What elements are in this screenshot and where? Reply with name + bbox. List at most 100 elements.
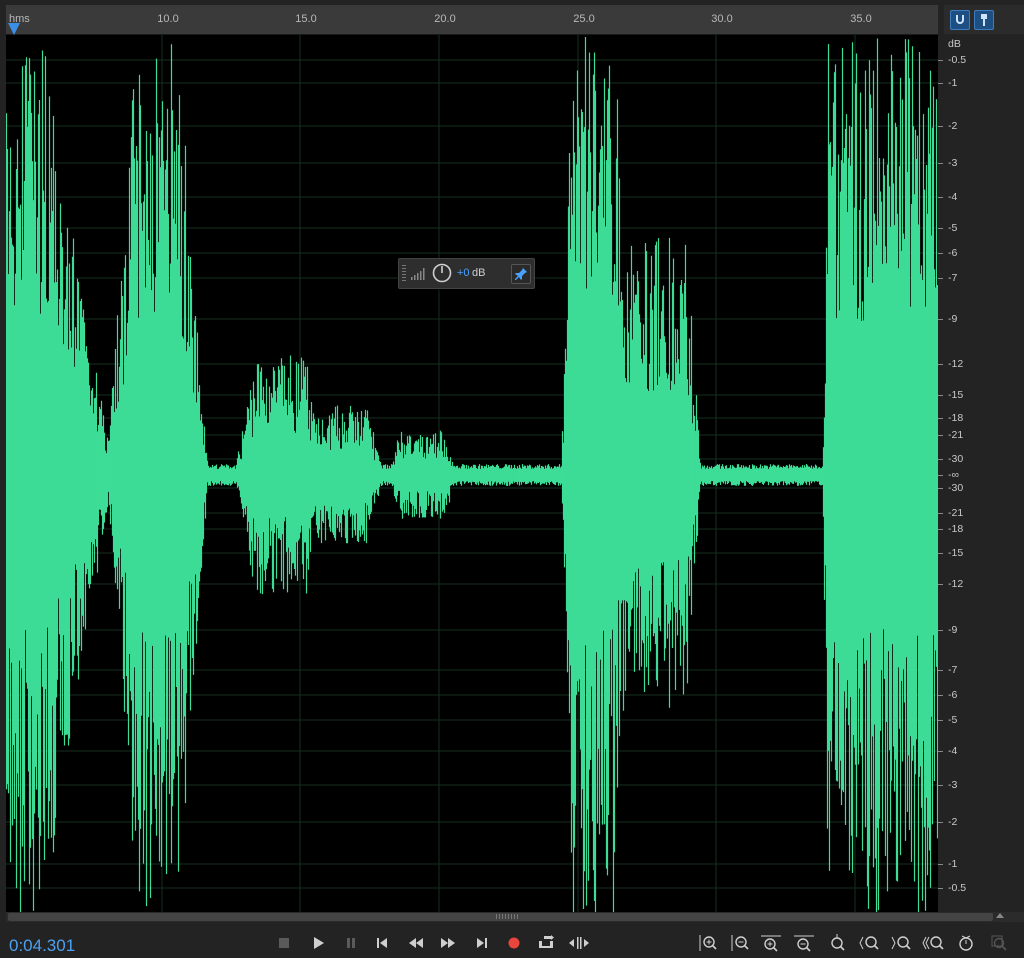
scroll-up-icon[interactable]: [996, 913, 1004, 918]
zoom-to-playhead-button[interactable]: [825, 933, 849, 953]
current-time-display[interactable]: 0:04.301: [9, 936, 75, 956]
play-button[interactable]: [306, 933, 330, 953]
scroll-grip: [496, 914, 520, 919]
horizontal-scrollbar[interactable]: [6, 912, 1024, 922]
db-tick-mark: [938, 418, 943, 419]
waveform-display[interactable]: [6, 35, 938, 912]
zoom-out-time-icon: [794, 935, 814, 952]
time-tick-label: 10.0: [157, 13, 179, 25]
db-tick-mark: [938, 630, 943, 631]
loop-playback-button[interactable]: [534, 933, 558, 953]
db-tick-label: -30: [948, 482, 964, 494]
record-button[interactable]: [502, 933, 526, 953]
db-tick-mark: [938, 584, 943, 585]
db-unit-label: dB: [948, 38, 961, 50]
pause-icon: [347, 938, 355, 948]
gain-knob-icon[interactable]: [432, 263, 452, 288]
pause-button[interactable]: [339, 933, 363, 953]
rewind-button[interactable]: [404, 933, 428, 953]
zoom-out-full-button[interactable]: [955, 933, 979, 953]
stop-button[interactable]: [272, 933, 296, 953]
stop-icon: [279, 938, 289, 948]
db-tick-mark: [938, 459, 943, 460]
db-tick-label: -6: [948, 689, 958, 701]
zoom-selection-button[interactable]: [922, 933, 946, 953]
playhead-marker[interactable]: [8, 23, 20, 35]
zoom-in-amplitude-icon: [699, 935, 717, 951]
db-tick-label: -5: [948, 714, 958, 726]
zoom-in-time-icon: [761, 935, 781, 952]
db-tick-label: -12: [948, 358, 964, 370]
zoom-in-point-icon: [859, 936, 879, 950]
zoom-out-amplitude-button[interactable]: [727, 933, 751, 953]
db-tick-label: -∞: [948, 469, 959, 481]
zoom-reset-button[interactable]: [988, 933, 1012, 953]
db-tick-label: -0.5: [948, 882, 967, 894]
time-tick-label: 30.0: [711, 13, 733, 25]
db-tick-label: -1: [948, 858, 958, 870]
zoom-reset-icon: [991, 935, 1007, 951]
db-tick-label: -3: [948, 157, 958, 169]
time-tick-label: 25.0: [573, 13, 595, 25]
db-tick-label: -4: [948, 745, 958, 757]
db-tick-label: -4: [948, 191, 958, 203]
db-tick-label: -12: [948, 578, 964, 590]
zoom-out-time-button[interactable]: [792, 933, 816, 953]
fast-forward-button[interactable]: [436, 933, 460, 953]
ruler-tools: [944, 5, 1024, 34]
zoom-out-amplitude-icon: [731, 935, 749, 951]
pin-hud-icon[interactable]: [511, 264, 531, 284]
db-tick-mark: [938, 395, 943, 396]
db-tick-mark: [938, 888, 943, 889]
time-tick-label: 20.0: [434, 13, 456, 25]
db-tick-mark: [938, 670, 943, 671]
gain-value[interactable]: +0: [457, 267, 470, 279]
zoom-in-point-button[interactable]: [858, 933, 882, 953]
zoom-full-icon: [959, 935, 973, 951]
waveform: [6, 35, 938, 912]
time-tick-label: 35.0: [850, 13, 872, 25]
hud-grip-handle[interactable]: [402, 265, 406, 282]
move-to-end-button[interactable]: [470, 933, 494, 953]
db-tick-label: -2: [948, 816, 958, 828]
skip-end-icon: [477, 938, 487, 948]
record-icon: [508, 937, 520, 949]
move-to-start-button[interactable]: [370, 933, 394, 953]
skip-selection-button[interactable]: [567, 933, 591, 953]
db-tick-mark: [938, 253, 943, 254]
db-tick-label: -30: [948, 453, 964, 465]
zoom-in-time-button[interactable]: [759, 933, 783, 953]
db-tick-label: -7: [948, 664, 958, 676]
db-tick-mark: [938, 720, 943, 721]
fast-forward-icon: [441, 938, 455, 948]
db-tick-mark: [938, 278, 943, 279]
db-tick-label: -2: [948, 120, 958, 132]
play-icon: [314, 937, 324, 949]
db-tick-mark: [938, 864, 943, 865]
db-tick-label: -18: [948, 412, 964, 424]
db-tick-mark: [938, 488, 943, 489]
transport-bar: 0:04.301: [0, 923, 1024, 958]
zoom-in-amplitude-button[interactable]: [695, 933, 719, 953]
db-tick-label: -21: [948, 429, 964, 441]
db-tick-label: -5: [948, 222, 958, 234]
marker-pin-icon[interactable]: [974, 10, 994, 30]
db-tick-label: -6: [948, 247, 958, 259]
db-tick-mark: [938, 126, 943, 127]
db-tick-label: -7: [948, 272, 958, 284]
db-tick-label: -18: [948, 523, 964, 535]
zoom-selection-icon: [922, 936, 944, 950]
db-tick-label: -21: [948, 507, 964, 519]
db-tick-label: -3: [948, 779, 958, 791]
db-tick-mark: [938, 60, 943, 61]
time-tick-label: 15.0: [295, 13, 317, 25]
loop-icon: [539, 935, 554, 948]
time-ruler[interactable]: hms 10.0 15.0 20.0 25.0 30.0 35.0: [6, 5, 938, 35]
db-tick-label: -9: [948, 313, 958, 325]
gain-hud[interactable]: +0 dB: [398, 258, 535, 289]
db-tick-mark: [938, 785, 943, 786]
db-tick-mark: [938, 553, 943, 554]
zoom-out-point-button[interactable]: [890, 933, 914, 953]
db-tick-label: -15: [948, 547, 964, 559]
snap-magnet-icon[interactable]: [950, 10, 970, 30]
